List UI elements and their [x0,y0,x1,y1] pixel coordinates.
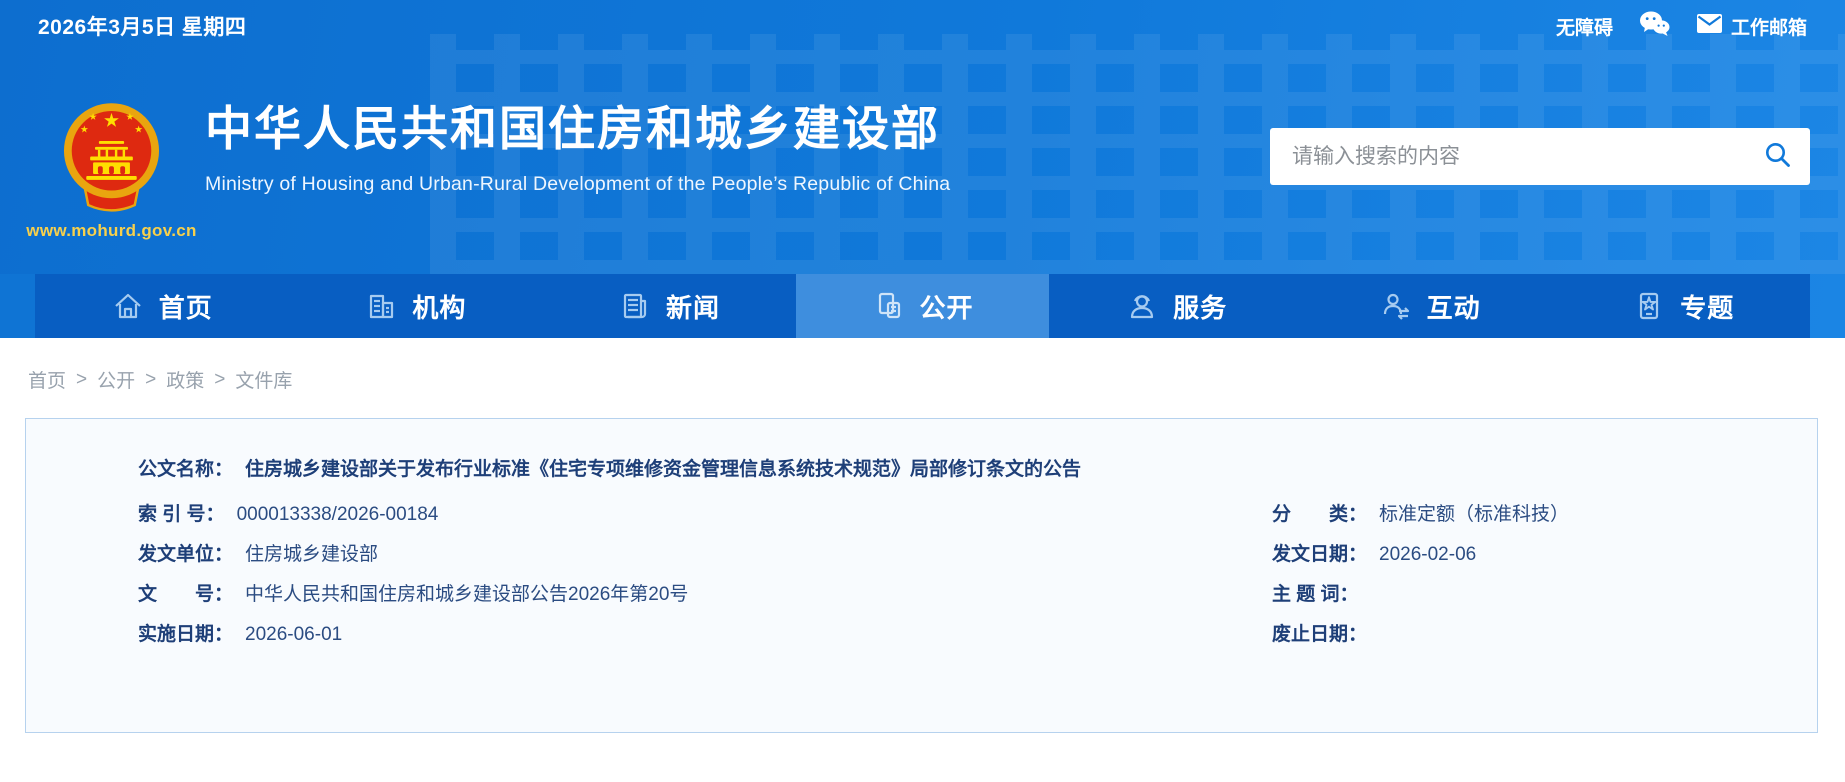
nav-label: 机构 [412,292,467,323]
topics-icon [1632,289,1666,323]
document-title-label: 公文名称： [138,459,234,480]
document-field-row: 文 号： 中华人民共和国住房和城乡建设部公告2026年第20号 主 题 词： [26,575,1817,615]
field-label: 发文单位： [138,544,234,565]
main-nav: 首页 机构 新闻 公开 服务 互动 专题 [0,274,1845,338]
nav-item-service[interactable]: 服务 [1049,274,1303,338]
field-label: 主 题 词： [1272,584,1359,605]
field-subject-terms: 主 题 词： [1272,575,1817,615]
breadcrumb-separator: > [145,368,157,390]
home-icon [111,289,145,323]
national-emblem-logo [63,102,160,214]
breadcrumb-home[interactable]: 首页 [28,366,66,393]
field-issuing-unit: 发文单位： 住房城乡建设部 [26,535,1272,575]
field-label: 分 类： [1272,504,1368,525]
field-category: 分 类： 标准定额（标准科技） [1272,495,1817,535]
document-field-row: 发文单位： 住房城乡建设部 发文日期： 2026-02-06 [26,535,1817,575]
wechat-icon [1639,10,1670,43]
breadcrumb-separator: > [76,368,88,390]
field-value: 000013338/2026-00184 [236,504,439,525]
site-subtitle: Ministry of Housing and Urban-Rural Deve… [205,173,951,196]
nav-item-organization[interactable]: 机构 [289,274,543,338]
page: 2026年3月5日 星期四 无障碍 工作邮箱 www.mohurd.gov.cn… [0,0,1845,733]
breadcrumb-document-library: 文件库 [235,371,293,392]
field-document-number: 文 号： 中华人民共和国住房和城乡建设部公告2026年第20号 [26,575,1272,615]
envelope-icon [1696,13,1723,40]
nav-item-home[interactable]: 首页 [35,274,289,338]
service-icon [1125,289,1159,323]
nav-label: 服务 [1173,292,1228,323]
field-value: 中华人民共和国住房和城乡建设部公告2026年第20号 [245,584,689,605]
field-value: 住房城乡建设部 [245,544,379,565]
news-icon [618,289,652,323]
nav-label: 首页 [158,292,213,323]
disclosure-icon [872,289,906,323]
topbar-links: 无障碍 工作邮箱 [1556,10,1807,43]
nav-item-interaction[interactable]: 互动 [1303,274,1557,338]
accessibility-label: 无障碍 [1555,17,1613,39]
document-info-card: 公文名称： 住房城乡建设部关于发布行业标准《住宅专项维修资金管理信息系统技术规范》… [25,418,1818,733]
breadcrumb: 首页 > 公开 > 政策 > 文件库 [0,338,1845,393]
field-label: 发文日期： [1272,544,1368,565]
organization-icon [364,289,398,323]
nav-label: 公开 [919,292,974,323]
breadcrumb-disclosure[interactable]: 公开 [97,366,135,393]
nav-label: 新闻 [665,292,720,323]
field-label: 废止日期： [1272,624,1368,645]
field-label: 索 引 号： [138,504,225,525]
field-index-number: 索 引 号： 000013338/2026-00184 [26,495,1272,535]
document-title: 住房城乡建设部关于发布行业标准《住宅专项维修资金管理信息系统技术规范》局部修订条… [245,459,1082,480]
main-nav-inner: 首页 机构 新闻 公开 服务 互动 专题 [35,274,1810,338]
document-field-row: 实施日期： 2026-06-01 废止日期： [26,615,1817,655]
field-value: 标准定额（标准科技） [1379,504,1570,525]
wechat-link[interactable] [1639,10,1670,43]
nav-label: 互动 [1426,292,1481,323]
search-box [1270,128,1810,185]
work-mailbox-label: 工作邮箱 [1730,17,1807,39]
nav-item-disclosure[interactable]: 公开 [795,274,1050,338]
field-value: 2026-02-06 [1379,544,1477,565]
current-date: 2026年3月5日 星期四 [38,16,247,39]
field-issue-date: 发文日期： 2026-02-06 [1272,535,1817,575]
document-field-row: 索 引 号： 000013338/2026-00184 分 类： 标准定额（标准科技… [26,495,1817,535]
search-icon [1764,141,1792,172]
site-url: www.mohurd.gov.cn [26,221,197,240]
site-header: 2026年3月5日 星期四 无障碍 工作邮箱 www.mohurd.gov.cn… [0,0,1845,274]
interaction-icon [1379,289,1413,323]
accessibility-link[interactable]: 无障碍 [1556,13,1613,40]
search-button[interactable] [1764,141,1792,172]
breadcrumb-policy[interactable]: 政策 [166,366,204,393]
site-branding: 中华人民共和国住房和城乡建设部 Ministry of Housing and … [205,102,950,196]
field-implementation-date: 实施日期： 2026-06-01 [26,615,1272,655]
work-mailbox-link[interactable]: 工作邮箱 [1696,13,1807,40]
topbar: 2026年3月5日 星期四 无障碍 工作邮箱 [0,0,1845,52]
field-label: 实施日期： [138,624,234,645]
field-label: 文 号： [138,584,234,605]
nav-item-topics[interactable]: 专题 [1556,274,1810,338]
nav-label: 专题 [1680,292,1735,323]
document-title-row: 公文名称： 住房城乡建设部关于发布行业标准《住宅专项维修资金管理信息系统技术规范》… [26,450,1817,490]
site-title: 中华人民共和国住房和城乡建设部 [205,102,940,155]
breadcrumb-separator: > [214,368,226,390]
search-input[interactable] [1292,144,1764,169]
field-value: 2026-06-01 [245,624,343,645]
nav-item-news[interactable]: 新闻 [542,274,796,338]
field-abolition-date: 废止日期： [1272,615,1817,655]
